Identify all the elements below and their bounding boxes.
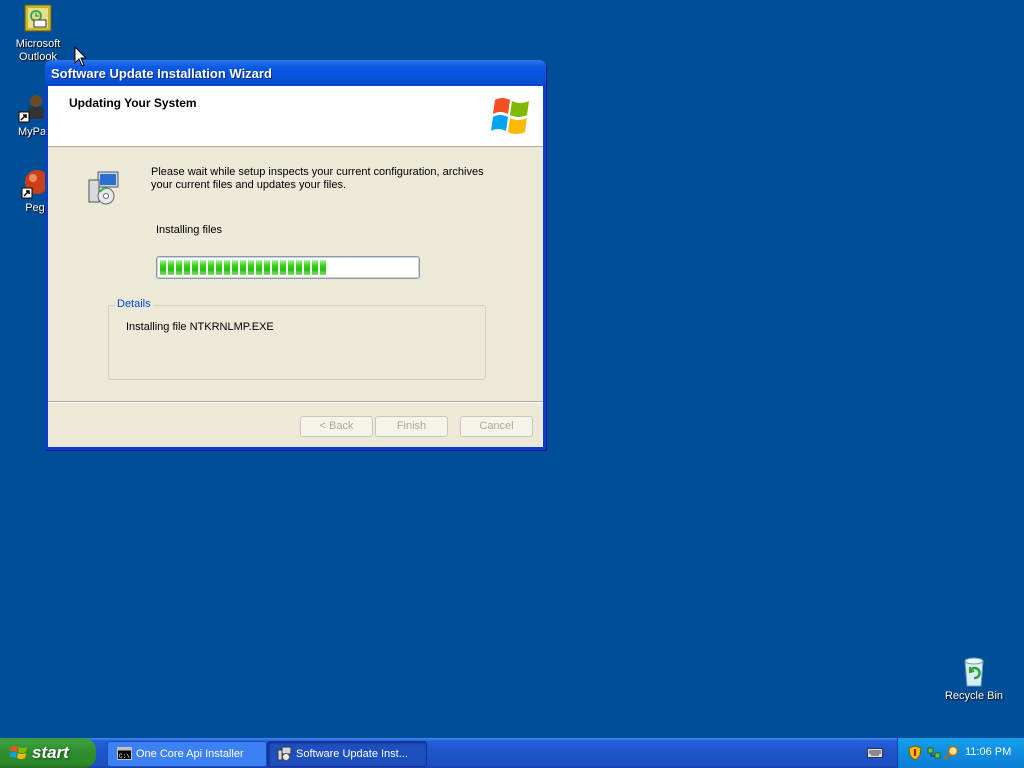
- progress-fill: [160, 260, 326, 275]
- system-tray: 11:06 PM: [897, 738, 1024, 768]
- mouse-cursor-icon: [74, 45, 88, 71]
- progress-bar: [156, 256, 420, 279]
- wizard-client-area: Updating Your System Please wait while s…: [48, 86, 543, 447]
- start-button[interactable]: start: [0, 738, 96, 768]
- details-text: Installing file NTKRNLMP.EXE: [126, 321, 274, 333]
- divider: [48, 401, 543, 403]
- console-icon: C:\: [117, 746, 132, 766]
- setup-icon: [86, 170, 122, 209]
- desktop-icon-recycle-bin[interactable]: Recycle Bin: [934, 656, 1014, 703]
- windows-logo-icon: [489, 92, 535, 141]
- desktop-icon-label: Recycle Bin: [944, 690, 1004, 702]
- people-icon: [16, 92, 48, 124]
- task-label: Software Update Inst...: [296, 748, 408, 760]
- svg-text:C:\: C:\: [119, 753, 130, 760]
- security-shield-icon[interactable]: [908, 745, 922, 764]
- details-group: Details Installing file NTKRNLMP.EXE: [108, 298, 486, 380]
- outlook-icon: [22, 4, 54, 36]
- network-icon[interactable]: [926, 745, 942, 764]
- search-icon[interactable]: [944, 745, 960, 764]
- details-legend: Details: [115, 298, 153, 310]
- windows-flag-icon: [9, 745, 28, 766]
- taskbar-item-software-update[interactable]: Software Update Inst...: [267, 741, 427, 767]
- desktop-icon-outlook[interactable]: Microsoft Outlook: [0, 4, 78, 64]
- status-text: Installing files: [156, 224, 223, 236]
- finish-button[interactable]: Finish: [375, 416, 448, 437]
- back-button[interactable]: < Back: [300, 416, 373, 437]
- clock[interactable]: 11:06 PM: [965, 746, 1011, 758]
- task-label: One Core Api Installer: [136, 748, 244, 760]
- cancel-button[interactable]: Cancel: [460, 416, 533, 437]
- page-title: Updating Your System: [69, 96, 197, 110]
- wizard-window[interactable]: Software Update Installation Wizard Upda…: [45, 60, 546, 450]
- setup-small-icon: [277, 746, 292, 766]
- start-label: start: [32, 743, 69, 762]
- keyboard-icon[interactable]: [867, 746, 883, 763]
- description-text: Please wait while setup inspects your cu…: [151, 166, 484, 191]
- recycle-bin-icon: [958, 656, 990, 688]
- window-title[interactable]: Software Update Installation Wizard: [45, 60, 546, 86]
- wizard-header: Updating Your System: [48, 86, 543, 147]
- taskbar-item-installer[interactable]: C:\ One Core Api Installer: [107, 741, 267, 767]
